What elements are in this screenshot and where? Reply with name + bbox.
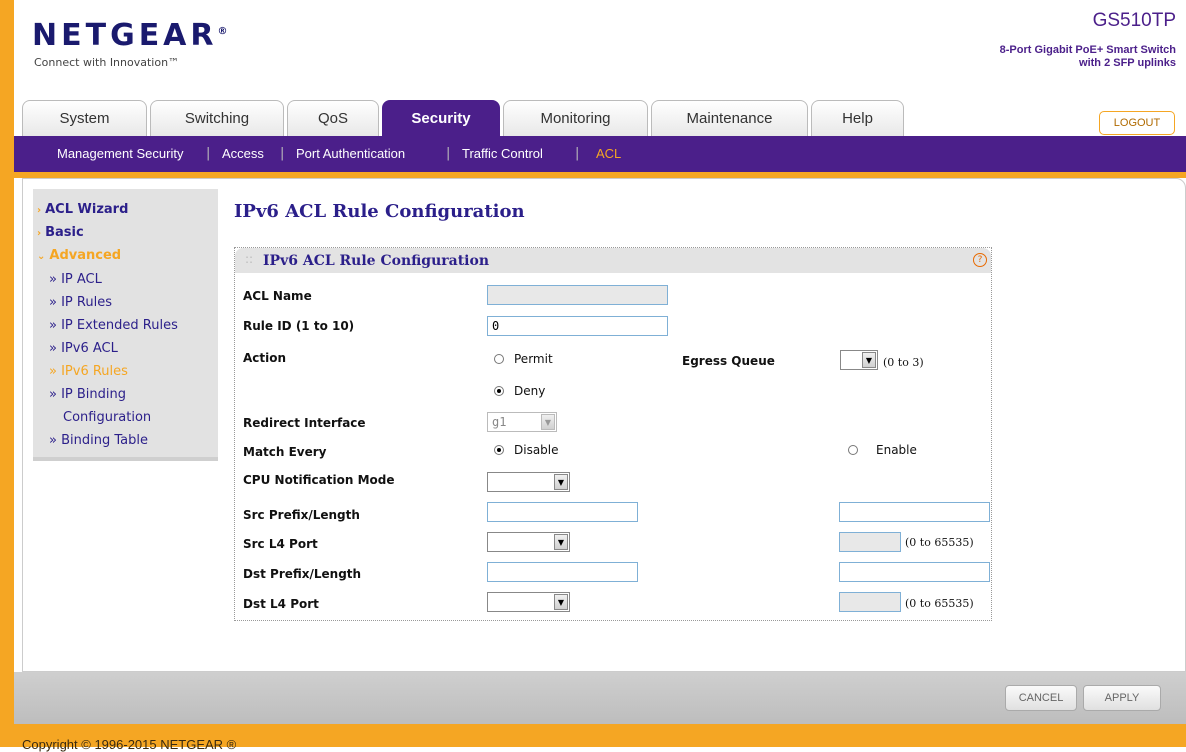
sidebar-item-ipv6-acl[interactable]: » IPv6 ACL (49, 341, 118, 356)
cpu-notification-label: CPU Notification Mode (243, 473, 395, 487)
dst-l4-port-field[interactable] (839, 592, 901, 612)
subnav-access[interactable]: Access (222, 146, 264, 161)
dropdown-arrow-icon: ▼ (541, 414, 555, 430)
deny-radio[interactable] (494, 386, 504, 396)
tab-security[interactable]: Security (382, 100, 500, 136)
help-icon[interactable]: ? (973, 253, 987, 267)
subnav-separator: | (575, 146, 580, 161)
dst-prefix-field[interactable] (487, 562, 638, 582)
src-prefix-length-field[interactable] (839, 502, 990, 522)
dst-l4-port-range: (0 to 65535) (905, 597, 974, 610)
sidebar-item-acl-wizard[interactable]: › ACL Wizard (37, 202, 128, 217)
cpu-notification-select[interactable]: ▼ (487, 472, 570, 492)
sidebar: › ACL Wizard › Basic ⌄ Advanced » IP ACL » … (33, 189, 218, 461)
sub-navigation: Management Security | Access | Port Auth… (14, 136, 1186, 172)
match-every-disable-radio[interactable] (494, 445, 504, 455)
dst-prefix-label: Dst Prefix/Length (243, 567, 362, 581)
src-l4-port-select[interactable]: ▼ (487, 532, 570, 552)
tab-maintenance[interactable]: Maintenance (651, 100, 808, 136)
rule-id-label: Rule ID (1 to 10) (243, 319, 355, 333)
acl-name-label: ACL Name (243, 289, 312, 303)
apply-button[interactable]: APPLY (1083, 685, 1161, 711)
egress-queue-select[interactable]: ▼ (840, 350, 878, 370)
subnav-separator: | (206, 146, 211, 161)
dropdown-arrow-icon: ▼ (554, 594, 568, 610)
acl-name-field[interactable] (487, 285, 668, 305)
button-bar: CANCEL APPLY (14, 672, 1186, 724)
subnav-management-security[interactable]: Management Security (57, 146, 183, 161)
sidebar-item-ip-binding-configuration[interactable]: Configuration (63, 410, 151, 425)
src-l4-port-range: (0 to 65535) (905, 536, 974, 549)
subnav-port-authentication[interactable]: Port Authentication (296, 146, 405, 161)
enable-label: Enable (876, 443, 917, 457)
cancel-button[interactable]: CANCEL (1005, 685, 1077, 711)
src-l4-port-field[interactable] (839, 532, 901, 552)
tab-qos[interactable]: QoS (287, 100, 379, 136)
permit-radio[interactable] (494, 354, 504, 364)
tab-monitoring[interactable]: Monitoring (503, 100, 648, 136)
panel-header: :: IPv6 ACL Rule Configuration ? (235, 248, 991, 273)
dst-l4-port-label: Dst L4 Port (243, 597, 319, 611)
egress-queue-range: (0 to 3) (883, 356, 924, 369)
netgear-logo: NETGEAR® (32, 18, 228, 53)
dst-prefix-length-field[interactable] (839, 562, 990, 582)
copyright-text: Copyright © 1996-2015 NETGEAR ® (22, 737, 237, 752)
sidebar-item-advanced[interactable]: ⌄ Advanced (37, 248, 121, 263)
match-every-label: Match Every (243, 445, 327, 459)
sidebar-item-ip-rules[interactable]: » IP Rules (49, 295, 112, 310)
redirect-interface-select[interactable]: g1 ▼ (487, 412, 557, 432)
subnav-acl[interactable]: ACL (596, 146, 621, 161)
header: NETGEAR® Connect with Innovation™ GS510T… (14, 0, 1186, 100)
model-name: GS510TP (1092, 10, 1176, 31)
left-orange-bar (0, 0, 14, 747)
chevron-down-icon: ⌄ (37, 251, 46, 262)
dropdown-arrow-icon: ▼ (554, 474, 568, 490)
dst-l4-port-select[interactable]: ▼ (487, 592, 570, 612)
rule-id-field[interactable]: 0 (487, 316, 668, 336)
sidebar-item-ip-extended-rules[interactable]: » IP Extended Rules (49, 318, 178, 333)
action-label: Action (243, 351, 287, 365)
chevron-right-icon: › (37, 205, 42, 216)
tagline: Connect with Innovation™ (34, 56, 180, 69)
sidebar-item-ip-binding[interactable]: » IP Binding (49, 387, 126, 402)
drag-handle-icon: :: (245, 252, 254, 266)
sidebar-item-ipv6-rules[interactable]: » IPv6 Rules (49, 364, 128, 379)
subnav-traffic-control[interactable]: Traffic Control (462, 146, 543, 161)
subnav-separator: | (280, 146, 285, 161)
subnav-separator: | (446, 146, 451, 161)
src-prefix-label: Src Prefix/Length (243, 508, 360, 522)
dropdown-arrow-icon: ▼ (554, 534, 568, 550)
page-title: IPv6 ACL Rule Configuration (234, 201, 525, 222)
egress-queue-label: Egress Queue (682, 354, 775, 368)
tab-help[interactable]: Help (811, 100, 904, 136)
logout-button[interactable]: LOGOUT (1099, 111, 1175, 135)
permit-label: Permit (514, 352, 553, 366)
redirect-interface-label: Redirect Interface (243, 416, 366, 430)
disable-label: Disable (514, 443, 559, 457)
panel-title: IPv6 ACL Rule Configuration (263, 253, 490, 269)
sidebar-item-binding-table[interactable]: » Binding Table (49, 433, 148, 448)
sidebar-item-basic[interactable]: › Basic (37, 225, 84, 240)
match-every-enable-radio[interactable] (848, 445, 858, 455)
chevron-right-icon: › (37, 228, 42, 239)
dropdown-arrow-icon: ▼ (862, 352, 876, 368)
deny-label: Deny (514, 384, 546, 398)
src-l4-port-label: Src L4 Port (243, 537, 318, 551)
model-description: 8-Port Gigabit PoE+ Smart Switch with 2 … (999, 44, 1176, 69)
src-prefix-field[interactable] (487, 502, 638, 522)
sidebar-item-ip-acl[interactable]: » IP ACL (49, 272, 102, 287)
tab-switching[interactable]: Switching (150, 100, 284, 136)
tab-system[interactable]: System (22, 100, 147, 136)
